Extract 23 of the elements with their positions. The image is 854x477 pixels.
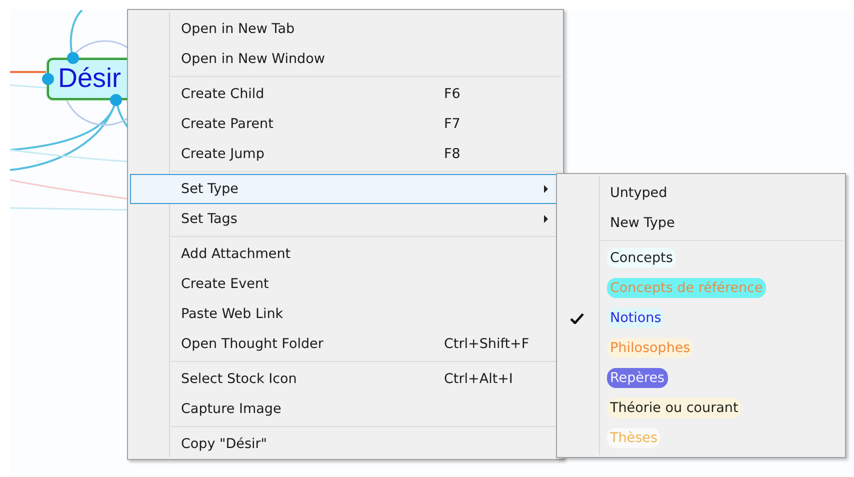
menu-item[interactable]: Repères bbox=[559, 363, 843, 393]
menu-item[interactable]: Create Parent F7 bbox=[130, 109, 561, 139]
menu-item[interactable]: Concepts bbox=[559, 243, 843, 273]
shortcut-text: Ctrl+Alt+I bbox=[444, 370, 513, 389]
shortcut-text: F6 bbox=[444, 84, 460, 104]
menu-item[interactable]: Open in New Tab bbox=[130, 14, 561, 44]
menu-item[interactable]: Notions bbox=[559, 303, 843, 333]
shortcut-text: Ctrl+Shift+F bbox=[444, 334, 530, 354]
menu-item[interactable]: Untyped bbox=[559, 178, 843, 208]
type-label: Philosophes bbox=[610, 340, 690, 356]
type-label: Concepts de référence bbox=[610, 280, 763, 296]
menu-item[interactable]: Create Jump F8 bbox=[130, 139, 561, 169]
type-label: Concepts bbox=[610, 250, 673, 266]
menu-item[interactable]: New Type bbox=[559, 208, 843, 238]
menu-item[interactable]: Théorie ou courant bbox=[559, 393, 843, 423]
type-label: Théorie ou courant bbox=[610, 400, 738, 416]
shortcut-text: F7 bbox=[444, 114, 460, 134]
submenu-arrow-icon bbox=[544, 215, 548, 223]
type-label: Repères bbox=[610, 370, 665, 386]
submenu-arrow-icon bbox=[544, 185, 548, 193]
type-label: Thèses bbox=[610, 430, 658, 446]
type-label: Notions bbox=[610, 310, 662, 326]
shortcut-text: F8 bbox=[444, 144, 460, 164]
